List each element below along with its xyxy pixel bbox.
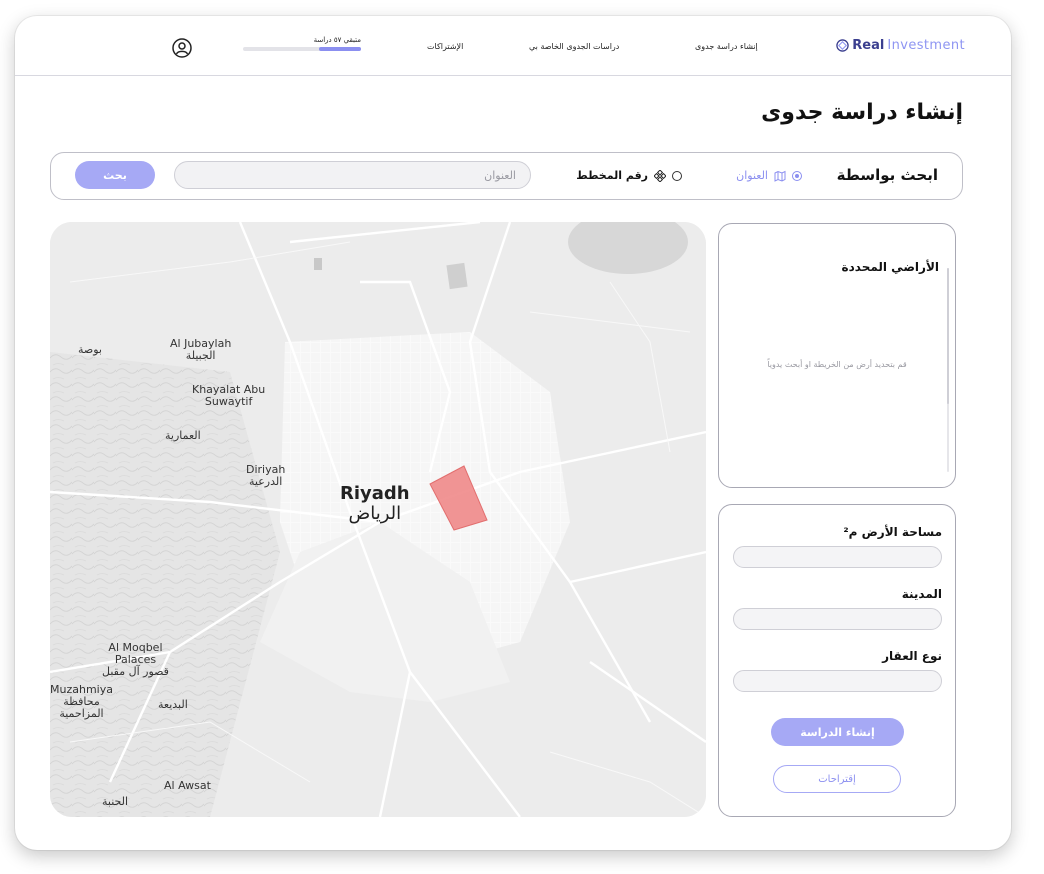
- quota-text: متبقي ٥٧ دراسة: [313, 36, 361, 44]
- property-type-input[interactable]: [733, 670, 942, 692]
- map-view[interactable]: بوصة Al Jubaylah الجبيلة Khayalat Abu Su…: [50, 222, 706, 817]
- app-window: Real Investment إنشاء دراسة جدوى دراسات …: [15, 16, 1011, 850]
- user-profile-icon[interactable]: [172, 38, 192, 58]
- map-label-muzahmiya: Muzahmiya محافظة المزاحمية: [50, 684, 113, 720]
- khayalat-en-2: Suwaytif: [204, 395, 253, 408]
- city-input[interactable]: [733, 608, 942, 630]
- brand-logo[interactable]: Real Investment: [836, 38, 965, 53]
- suggestions-button[interactable]: إقتراحات: [773, 765, 901, 793]
- lands-scrollbar-thumb[interactable]: [947, 268, 949, 404]
- al-jubaylah-ar: الجبيلة: [185, 349, 216, 362]
- quota-progress-bar: [243, 47, 361, 51]
- map-label-al-jubaylah: Al Jubaylah الجبيلة: [170, 338, 231, 362]
- top-navbar: Real Investment إنشاء دراسة جدوى دراسات …: [15, 16, 1011, 76]
- create-study-button[interactable]: إنشاء الدراسة: [771, 718, 904, 746]
- nav-create-study[interactable]: إنشاء دراسة جدوى: [695, 42, 758, 51]
- search-input[interactable]: [174, 161, 531, 189]
- page-title: إنشاء دراسة جدوى: [761, 100, 963, 125]
- riyadh-en: Riyadh: [340, 483, 410, 504]
- moqbel-ar: قصور آل مقبل: [102, 665, 169, 678]
- search-panel: ابحث بواسطة العنوان رقم المخطط بحث: [50, 152, 963, 200]
- map-label-al-moqbel: Al Moqbel Palaces قصور آل مقبل: [102, 642, 169, 678]
- selected-lands-panel: الأراضي المحددة قم بتحديد أرض من الخريطة…: [718, 223, 956, 488]
- search-button[interactable]: بحث: [75, 161, 155, 189]
- muzahmiya-ar-2: المزاحمية: [59, 707, 104, 720]
- selected-lands-title: الأراضي المحددة: [841, 260, 939, 274]
- land-area-label: مساحة الأرض م²: [843, 525, 942, 539]
- lands-scrollbar[interactable]: [947, 268, 949, 472]
- plan-grid-icon: [654, 169, 666, 182]
- search-option-plan-number[interactable]: رقم المخطط: [576, 169, 682, 182]
- map-label-busah: بوصة: [78, 343, 102, 356]
- option-address-label: العنوان: [736, 169, 768, 182]
- selected-lands-empty-hint: قم بتحديد أرض من الخريطة او أبحث يدوياً: [767, 360, 907, 369]
- nav-my-studies[interactable]: دراسات الجدوى الخاصة بي: [529, 42, 619, 51]
- map-label-khayalat: Khayalat Abu Suwaytif: [192, 384, 265, 408]
- brand-icon: [836, 39, 850, 52]
- diriyah-ar: الدرعية: [249, 475, 283, 488]
- map-label-diriyah: Diriyah الدرعية: [246, 464, 285, 488]
- map-icon: [774, 170, 786, 182]
- study-form-panel: مساحة الأرض م² المدينة نوع العقار إنشاء …: [718, 504, 956, 817]
- map-label-hanbah: الحنبة: [102, 795, 129, 808]
- map-label-riyadh: Riyadh الرياض: [340, 484, 410, 524]
- nav-subscriptions[interactable]: الإشتراكات: [427, 42, 463, 51]
- land-area-input[interactable]: [733, 546, 942, 568]
- quota-progress-fill: [318, 47, 361, 51]
- search-option-address[interactable]: العنوان: [736, 169, 802, 182]
- brand-name-part2: Investment: [887, 38, 965, 53]
- radio-plan-number[interactable]: [672, 170, 682, 181]
- map-label-amariyah: العمارية: [165, 429, 201, 442]
- riyadh-ar: الرياض: [348, 503, 402, 524]
- brand-name-part1: Real: [852, 38, 885, 53]
- property-type-label: نوع العقار: [882, 649, 942, 663]
- option-plan-number-label: رقم المخطط: [576, 169, 648, 182]
- search-by-label: ابحث بواسطة: [836, 166, 938, 184]
- radio-address[interactable]: [792, 170, 802, 181]
- city-label: المدينة: [901, 587, 942, 601]
- study-quota: متبقي ٥٧ دراسة: [243, 36, 361, 51]
- map-label-al-awsat: Al Awsat: [164, 779, 211, 792]
- map-label-badiah: البديعة: [158, 698, 188, 711]
